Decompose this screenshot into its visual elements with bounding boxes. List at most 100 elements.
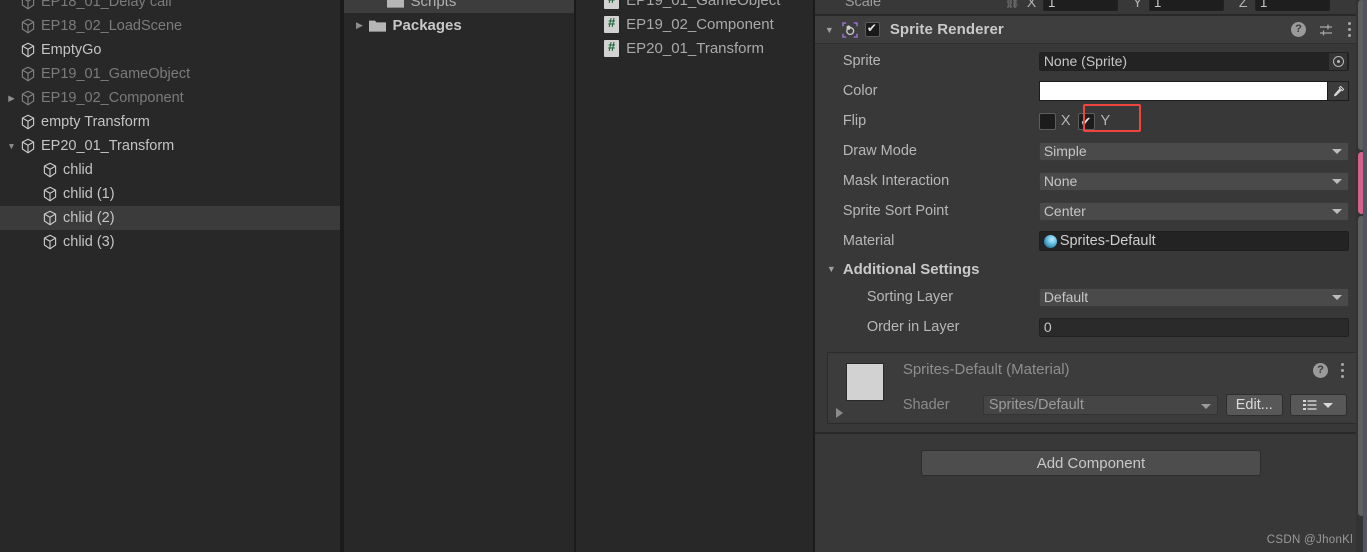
- gameobject-icon: [41, 161, 59, 179]
- hierarchy-item-label: chlid (1): [63, 186, 115, 202]
- sorting-layer-dropdown[interactable]: Default: [1038, 287, 1349, 307]
- shader-dropdown[interactable]: Sprites/Default: [982, 395, 1218, 415]
- scale-z-input[interactable]: 1: [1254, 0, 1330, 11]
- chevron-down-icon[interactable]: ▼: [4, 142, 19, 151]
- hierarchy-item[interactable]: ▼ EP20_01_Transform: [0, 134, 340, 158]
- inspector-panel[interactable]: Scale ⛓ X 1 Y 1 Z 1 ▼ Sprite: [814, 0, 1367, 552]
- help-icon[interactable]: [1313, 362, 1328, 378]
- order-in-layer-input[interactable]: 0: [1038, 317, 1349, 337]
- gameobject-icon: [41, 233, 59, 251]
- sprite-renderer-component-header[interactable]: ▼ Sprite Renderer: [814, 16, 1367, 44]
- property-row-order-in-layer[interactable]: Order in Layer 0: [815, 312, 1367, 342]
- material-value: Sprites-Default: [1059, 233, 1156, 249]
- scale-axis-x-label: X: [1026, 0, 1037, 10]
- mask-interaction-dropdown[interactable]: None: [1038, 171, 1349, 191]
- preset-icon[interactable]: [1319, 23, 1334, 37]
- project-tree-item-label: Scripts: [410, 0, 457, 10]
- project-file-item[interactable]: EP20_01_Transform: [576, 36, 813, 60]
- hierarchy-item[interactable]: EmptyGo: [0, 38, 340, 62]
- flip-y-label: Y: [1100, 113, 1111, 129]
- order-in-layer-label: Order in Layer: [866, 319, 960, 335]
- flip-x-checkbox[interactable]: [1038, 112, 1056, 130]
- project-tree-item[interactable]: Scripts: [343, 0, 575, 13]
- hierarchy-item[interactable]: empty Transform: [0, 110, 340, 134]
- project-folder-tree[interactable]: Scripts ▶ Packages: [343, 0, 575, 552]
- hierarchy-item[interactable]: ▶ EP19_02_Component: [0, 86, 340, 110]
- property-row-sorting-layer[interactable]: Sorting Layer Default: [815, 282, 1367, 312]
- project-file-list[interactable]: EP19_01_GameObject EP19_02_Component EP20_…: [576, 0, 813, 552]
- material-sub-inspector[interactable]: Sprites-Default (Material) Shader Sprite…: [826, 352, 1359, 424]
- material-object-field[interactable]: Sprites-Default: [1038, 231, 1349, 251]
- property-row-flip[interactable]: Flip X Y: [815, 103, 1367, 136]
- color-field[interactable]: [1038, 81, 1349, 101]
- material-block-icons: [1313, 362, 1344, 378]
- gameobject-icon: [19, 0, 37, 11]
- flip-toggles[interactable]: X Y: [1038, 103, 1367, 132]
- help-icon[interactable]: [1291, 22, 1306, 37]
- hierarchy-item-label: chlid: [63, 162, 93, 178]
- hierarchy-item[interactable]: chlid (3): [0, 230, 340, 254]
- component-title: Sprite Renderer: [889, 21, 1004, 38]
- chevron-right-icon[interactable]: ▶: [352, 20, 368, 30]
- sprite-sort-point-label: Sprite Sort Point: [842, 203, 949, 219]
- draw-mode-dropdown[interactable]: Simple: [1038, 141, 1349, 161]
- project-file-item[interactable]: EP19_01_GameObject: [576, 0, 813, 12]
- edit-shader-button[interactable]: Edit...: [1225, 394, 1283, 416]
- chevron-right-icon[interactable]: ▶: [4, 94, 19, 103]
- property-row-color[interactable]: Color: [815, 76, 1367, 106]
- property-row-draw-mode[interactable]: Draw Mode Simple: [815, 136, 1367, 166]
- sprite-renderer-icon: [841, 21, 859, 39]
- unity-editor-window: EP18_01_Delay call EP18_02_LoadScene Empty…: [0, 0, 1367, 552]
- hierarchy-item[interactable]: chlid (1): [0, 182, 340, 206]
- chevron-down-icon: [1332, 149, 1342, 154]
- component-enabled-checkbox[interactable]: [864, 21, 880, 37]
- gameobject-icon: [19, 137, 37, 155]
- hierarchy-panel[interactable]: EP18_01_Delay call EP18_02_LoadScene Empty…: [0, 0, 340, 552]
- shader-list-button[interactable]: [1289, 394, 1347, 416]
- shader-value: Sprites/Default: [988, 397, 1084, 413]
- hierarchy-item-label: EP20_01_Transform: [41, 138, 175, 154]
- draw-mode-label: Draw Mode: [842, 143, 917, 159]
- expand-arrow-icon[interactable]: [835, 408, 843, 418]
- color-swatch[interactable]: [1038, 81, 1327, 101]
- chevron-down-icon[interactable]: ▼: [825, 25, 841, 35]
- property-row-material[interactable]: Material Sprites-Default: [815, 226, 1367, 256]
- chevron-down-icon[interactable]: ▼: [827, 264, 843, 274]
- additional-settings-header[interactable]: ▼ Additional Settings: [815, 256, 1367, 282]
- sprite-sort-point-dropdown[interactable]: Center: [1038, 201, 1349, 221]
- scale-x-input[interactable]: 1: [1042, 0, 1118, 11]
- scale-y-input[interactable]: 1: [1148, 0, 1224, 11]
- gameobject-icon: [19, 65, 37, 83]
- kebab-menu-icon[interactable]: [1347, 22, 1351, 38]
- sprite-object-field[interactable]: None (Sprite): [1038, 51, 1349, 71]
- hierarchy-item[interactable]: EP18_01_Delay call: [0, 0, 340, 14]
- hierarchy-item[interactable]: EP18_02_LoadScene: [0, 14, 340, 38]
- constrain-proportions-icon[interactable]: ⛓: [1005, 0, 1020, 9]
- hierarchy-item[interactable]: EP19_01_GameObject: [0, 62, 340, 86]
- project-file-item-label: EP20_01_Transform: [626, 39, 765, 57]
- object-picker-icon[interactable]: [1328, 52, 1347, 70]
- shader-label: Shader: [902, 397, 950, 413]
- watermark: CSDN @JhonKl: [1266, 534, 1353, 546]
- transform-scale-row[interactable]: Scale ⛓ X 1 Y 1 Z 1: [814, 0, 1367, 14]
- material-sphere-icon: [1043, 234, 1057, 248]
- sprite-value: None (Sprite): [1043, 53, 1128, 69]
- mask-interaction-label: Mask Interaction: [842, 173, 950, 189]
- project-file-item[interactable]: EP19_02_Component: [576, 12, 813, 36]
- scale-axis-z-label: Z: [1238, 0, 1248, 10]
- add-component-button[interactable]: Add Component: [920, 450, 1261, 476]
- property-row-sprite[interactable]: Sprite None (Sprite): [815, 46, 1367, 76]
- sprite-label: Sprite: [842, 53, 881, 69]
- additional-settings-label: Additional Settings: [842, 260, 980, 278]
- eyedropper-icon[interactable]: [1327, 81, 1349, 101]
- property-row-sprite-sort-point[interactable]: Sprite Sort Point Center: [815, 196, 1367, 226]
- property-row-mask-interaction[interactable]: Mask Interaction None: [815, 166, 1367, 196]
- chevron-down-icon: [1332, 295, 1342, 300]
- kebab-menu-icon[interactable]: [1340, 362, 1344, 378]
- hierarchy-item[interactable]: chlid (2): [0, 206, 340, 230]
- project-tree-item[interactable]: ▶ Packages: [344, 13, 575, 37]
- hierarchy-item[interactable]: chlid: [0, 158, 340, 182]
- flip-y-checkbox[interactable]: [1078, 112, 1096, 130]
- hierarchy-item-label: empty Transform: [41, 114, 150, 130]
- shader-list-icon: [1303, 400, 1317, 410]
